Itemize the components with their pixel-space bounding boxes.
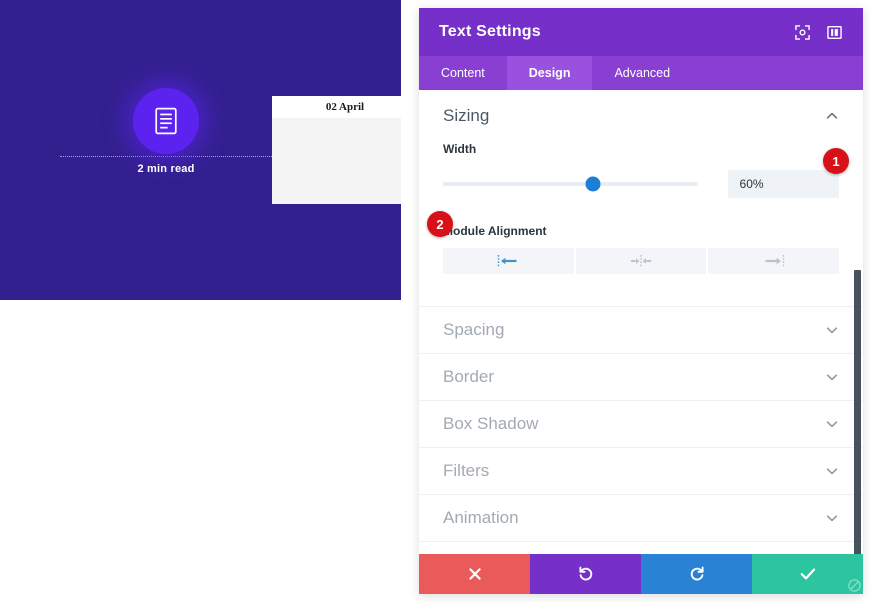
section-box-shadow[interactable]: Box Shadow [419,401,863,448]
redo-arrow-icon [689,566,705,582]
panel-title: Text Settings [439,23,541,40]
undo-arrow-icon [578,566,594,582]
section-border[interactable]: Border [419,354,863,401]
section-spacing-title: Spacing [443,320,505,339]
checkmark-icon [800,567,816,581]
module-alignment-group [443,248,840,274]
section-animation[interactable]: Animation [419,495,863,542]
align-right-icon[interactable] [708,248,840,274]
section-animation-title: Animation [443,508,519,527]
focus-target-icon[interactable] [789,19,815,45]
date-card-label: 02 April [325,101,365,113]
undo-button[interactable] [530,554,641,594]
panel-scrollbar[interactable] [854,270,861,554]
resize-handle-icon[interactable] [845,576,863,594]
tab-design[interactable]: Design [506,56,593,90]
align-center-icon[interactable] [575,248,707,274]
chevron-down-icon[interactable] [825,370,839,384]
width-slider[interactable] [443,176,698,192]
panel-layout-icon[interactable] [821,19,847,45]
width-value-input[interactable]: 60% [727,170,839,198]
date-card-header: 02 April [272,96,401,118]
width-slider-thumb[interactable] [585,176,601,192]
panel-footer [419,554,863,594]
module-alignment-label: Module Alignment [443,224,547,238]
panel-header: Text Settings [419,8,863,56]
page-preview-canvas[interactable]: 2 min read 02 April [0,0,401,300]
section-filters-title: Filters [443,461,490,480]
close-icon [468,567,482,581]
align-left-icon[interactable] [443,248,574,274]
read-time-label: 2 min read [137,163,195,175]
screen-root: 2 min read 02 April Text Settings Conten… [0,0,880,602]
chevron-up-icon[interactable] [825,109,839,123]
date-card[interactable]: 02 April [272,96,401,204]
collapsed-sections-list: Spacing Border Box Shadow Filters Animat… [419,306,863,542]
cancel-button[interactable] [419,554,530,594]
section-spacing[interactable]: Spacing [419,307,863,354]
section-border-title: Border [443,367,495,386]
help-row[interactable]: ? Help [419,542,863,554]
width-value-text: 60% [739,177,764,191]
annotation-badge-2: 2 [427,211,453,237]
section-box-shadow-title: Box Shadow [443,414,539,433]
width-slider-row: 60% [443,170,839,198]
redo-button[interactable] [641,554,752,594]
section-sizing-title: Sizing [443,106,490,125]
panel-tabs: Content Design Advanced [419,56,863,90]
width-field-label: Width [443,142,477,156]
section-filters[interactable]: Filters [419,448,863,495]
chevron-down-icon[interactable] [825,464,839,478]
tab-advanced[interactable]: Advanced [592,56,692,90]
tab-content[interactable]: Content [419,56,507,90]
section-sizing: Sizing Width 60% Module Alignment [419,90,863,274]
chevron-down-icon[interactable] [825,323,839,337]
document-icon [154,107,178,135]
chevron-down-icon[interactable] [825,417,839,431]
chevron-down-icon[interactable] [825,511,839,525]
read-time-badge-circle[interactable] [133,88,199,154]
section-sizing-header[interactable]: Sizing [443,106,839,138]
panel-body: Sizing Width 60% Module Alignment Spacin… [419,90,863,554]
annotation-badge-1: 1 [823,148,849,174]
text-settings-panel: Text Settings Content Design Advanced Si… [419,8,863,594]
